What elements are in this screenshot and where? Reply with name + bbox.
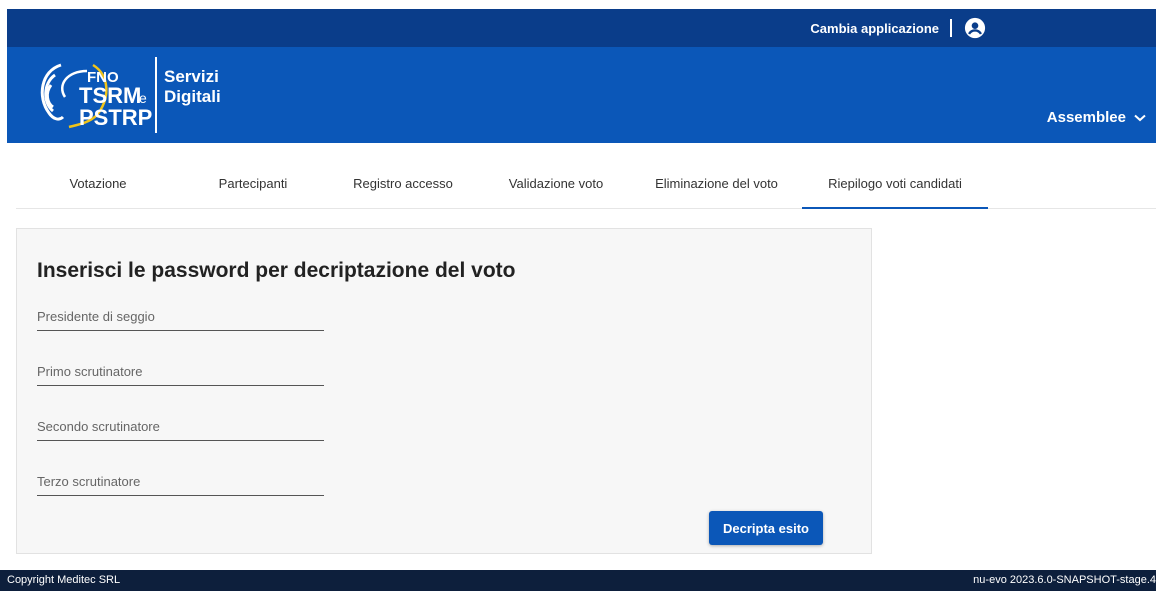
brand-line-2: Digitali bbox=[164, 87, 221, 106]
brand-divider bbox=[155, 57, 157, 133]
copyright-text: Copyright Meditec SRL bbox=[7, 574, 121, 586]
top-bar: Cambia applicazione bbox=[7, 9, 1156, 47]
version-text: nu-evo 2023.6.0-SNAPSHOT-stage.4 bbox=[973, 574, 1156, 586]
tab-votazione[interactable]: Votazione bbox=[43, 168, 153, 207]
navigation-tabs: Votazione Partecipanti Registro accesso … bbox=[16, 168, 1156, 209]
assemblee-menu[interactable]: Assemblee bbox=[1047, 109, 1146, 126]
brand-title: Servizi Digitali bbox=[164, 67, 221, 107]
tab-eliminazione-voto[interactable]: Eliminazione del voto bbox=[644, 168, 789, 207]
terzo-scrutinatore-password-input[interactable] bbox=[37, 467, 324, 496]
top-bar-actions: Cambia applicazione bbox=[810, 9, 986, 47]
chevron-down-icon bbox=[1134, 114, 1146, 121]
secondo-scrutinatore-field bbox=[37, 412, 324, 442]
presidente-field bbox=[37, 302, 324, 332]
form-title: Inserisci le password per decriptazione … bbox=[37, 259, 516, 282]
fno-tsrm-logo: FNO TSRM e PSTRP bbox=[40, 63, 152, 130]
secondo-scrutinatore-password-input[interactable] bbox=[37, 412, 324, 441]
primo-scrutinatore-field bbox=[37, 357, 324, 387]
top-bar-divider bbox=[950, 19, 952, 37]
brand-line-1: Servizi bbox=[164, 67, 219, 86]
presidente-password-input[interactable] bbox=[37, 302, 324, 331]
tab-registro-accesso[interactable]: Registro accesso bbox=[338, 168, 468, 207]
app-header: FNO TSRM e PSTRP Servizi Digitali Assemb… bbox=[7, 47, 1156, 143]
primo-scrutinatore-password-input[interactable] bbox=[37, 357, 324, 386]
user-circle-icon[interactable] bbox=[964, 17, 986, 39]
tab-riepilogo-voti-candidati[interactable]: Riepilogo voti candidati bbox=[802, 168, 988, 209]
terzo-scrutinatore-field bbox=[37, 467, 324, 497]
logo-text-e: e bbox=[139, 90, 147, 106]
tab-validazione-voto[interactable]: Validazione voto bbox=[491, 168, 621, 207]
switch-application-link[interactable]: Cambia applicazione bbox=[810, 21, 939, 36]
tab-partecipanti[interactable]: Partecipanti bbox=[198, 168, 308, 207]
assemblee-menu-label: Assemblee bbox=[1046, 109, 1126, 126]
logo-text-pstrp: PSTRP bbox=[79, 105, 152, 130]
decrypt-form-card: Inserisci le password per decriptazione … bbox=[16, 228, 872, 554]
decrypt-result-button[interactable]: Decripta esito bbox=[709, 511, 823, 545]
footer: Copyright Meditec SRL nu-evo 2023.6.0-SN… bbox=[0, 570, 1156, 591]
